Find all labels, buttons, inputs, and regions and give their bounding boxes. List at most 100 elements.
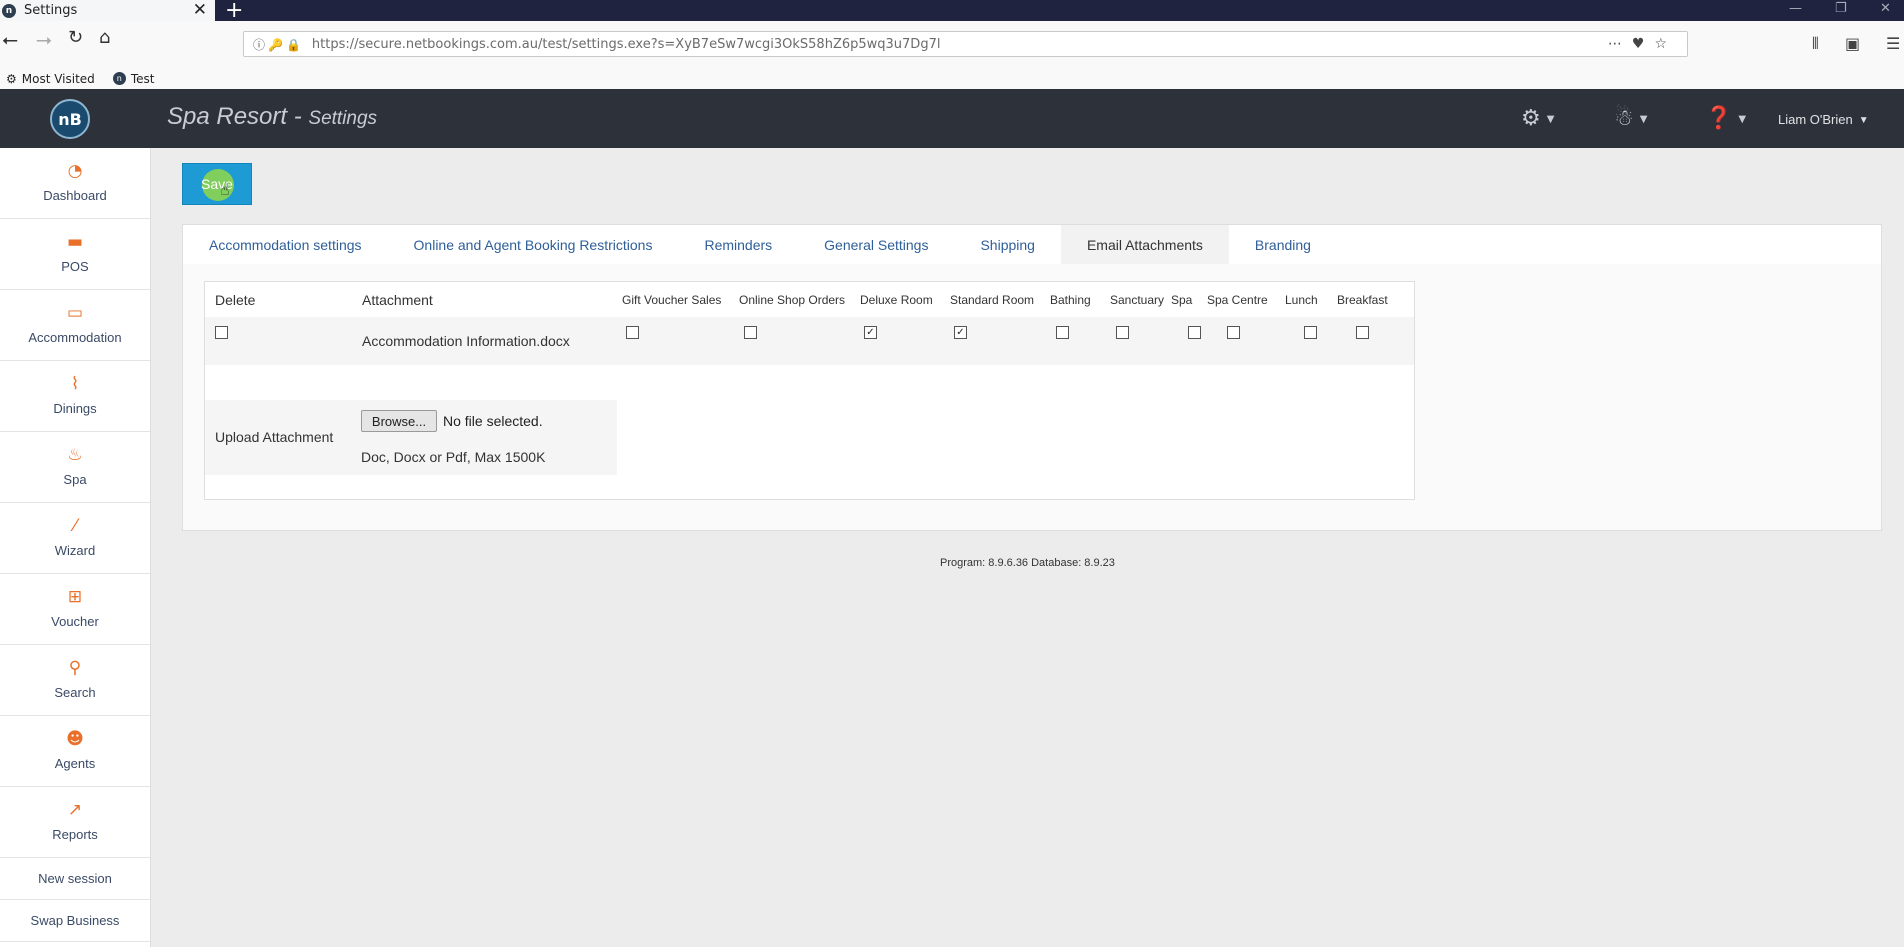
user-menu[interactable]: Liam O'Brien ▼: [1778, 112, 1869, 127]
tab-email-attachments[interactable]: Email Attachments: [1060, 225, 1229, 264]
sidebar-item-dashboard[interactable]: ◔ Dashboard: [0, 148, 150, 219]
product-cell: [1356, 317, 1369, 365]
product-checkbox[interactable]: ✓: [864, 326, 877, 339]
product-checkbox[interactable]: [1356, 326, 1369, 339]
url-text[interactable]: https://secure.netbookings.com.au/test/s…: [312, 37, 1608, 52]
product-cell: [1188, 317, 1201, 365]
page-title: Spa Resort - Settings: [167, 103, 377, 131]
column-product: Spa Centre: [1207, 292, 1268, 307]
product-cell: ✓: [864, 317, 877, 365]
sidebar-item-pos[interactable]: ▬ POS: [0, 219, 150, 290]
product-checkbox[interactable]: [1188, 326, 1201, 339]
bookmarks-bar: ⚙ Most Visited n Test: [0, 68, 1904, 89]
tab-booking-restrictions[interactable]: Online and Agent Booking Restrictions: [388, 225, 679, 264]
bookmark-most-visited[interactable]: ⚙ Most Visited: [6, 72, 95, 86]
ninja-icon[interactable]: ☃ ▼: [1614, 106, 1647, 131]
file-status: No file selected.: [443, 413, 543, 429]
site-info-icon[interactable]: ⓘ🔑🔒: [253, 36, 304, 53]
column-product: Bathing: [1050, 292, 1091, 307]
gift-icon: ⊞: [67, 587, 83, 607]
tab-general-settings[interactable]: General Settings: [798, 225, 954, 264]
sidebar-item-label: Dashboard: [43, 188, 107, 203]
sidebar: ◔ Dashboard ▬ POS ▭ Accommodation ⌇ Dini…: [0, 148, 151, 947]
column-delete: Delete: [215, 291, 256, 308]
tab-branding[interactable]: Branding: [1229, 225, 1337, 264]
logo[interactable]: nB: [50, 99, 90, 139]
dining-icon: ⌇: [70, 374, 80, 394]
bookmark-test[interactable]: n Test: [112, 71, 155, 86]
page-actions-icon[interactable]: ⋯♥☆: [1608, 36, 1677, 52]
close-tab-icon[interactable]: ✕: [193, 2, 207, 19]
menu-icon[interactable]: ☰: [1886, 34, 1900, 53]
product-checkbox[interactable]: ✓: [954, 326, 967, 339]
sidebar-item-wizard[interactable]: ⁄ Wizard: [0, 503, 150, 574]
delete-checkbox[interactable]: [215, 326, 228, 339]
tab-shipping[interactable]: Shipping: [954, 225, 1061, 264]
browser-tab[interactable]: n Settings ✕: [0, 0, 215, 21]
sidebar-toggle-icon[interactable]: ▣: [1845, 34, 1860, 53]
sidebar-item-voucher[interactable]: ⊞ Voucher: [0, 574, 150, 645]
table-header: Delete Attachment Gift Voucher Sales Onl…: [205, 282, 1414, 317]
new-session-link[interactable]: New session: [0, 858, 150, 900]
favicon-icon: n: [2, 3, 16, 18]
product-checkbox[interactable]: [744, 326, 757, 339]
library-icon[interactable]: ⫴: [1812, 34, 1819, 54]
product-checkbox[interactable]: [1227, 326, 1240, 339]
save-button[interactable]: Save: [182, 163, 252, 205]
column-attachment: Attachment: [362, 291, 433, 308]
gear-small-icon: ⚙: [6, 71, 17, 86]
pos-icon: ▬: [66, 232, 84, 252]
back-icon[interactable]: ⭠: [2, 29, 18, 49]
product-cell: ✓: [954, 317, 967, 365]
swap-business-link[interactable]: Swap Business: [0, 900, 150, 942]
favicon-icon: n: [112, 72, 126, 85]
chevron-down-icon: ▼: [1738, 113, 1747, 125]
sidebar-item-reports[interactable]: ↗ Reports: [0, 787, 150, 858]
sidebar-item-accommodation[interactable]: ▭ Accommodation: [0, 290, 150, 361]
minimize-icon[interactable]: —: [1789, 1, 1802, 16]
home-icon[interactable]: ⌂: [99, 29, 110, 47]
tab-accommodation-settings[interactable]: Accommodation settings: [183, 225, 388, 264]
reload-icon[interactable]: ↻: [68, 29, 83, 47]
forward-icon[interactable]: ⭢: [36, 29, 52, 49]
chart-icon: ↗: [67, 800, 83, 820]
delete-cell: [215, 317, 228, 365]
window-close-icon[interactable]: ✕: [1880, 1, 1891, 16]
column-product: Sanctuary: [1110, 292, 1165, 307]
dashboard-icon: ◔: [67, 161, 83, 181]
restore-icon[interactable]: ❐: [1835, 1, 1847, 16]
sidebar-item-label: Reports: [52, 827, 98, 842]
sidebar-item-dinings[interactable]: ⌇ Dinings: [0, 361, 150, 432]
sidebar-item-spa[interactable]: ♨ Spa: [0, 432, 150, 503]
version-info: Program: 8.9.6.36 Database: 8.9.23: [940, 557, 1115, 569]
column-product: Gift Voucher Sales: [622, 292, 722, 307]
product-checkbox[interactable]: [1116, 326, 1129, 339]
product-cell: [1227, 317, 1240, 365]
product-checkbox[interactable]: [1056, 326, 1069, 339]
column-product: Lunch: [1285, 292, 1318, 307]
sidebar-item-agents[interactable]: ☻ Agents: [0, 716, 150, 787]
product-checkbox[interactable]: [626, 326, 639, 339]
new-tab-button[interactable]: +: [225, 0, 243, 23]
gear-icon[interactable]: ⚙ ▼: [1521, 106, 1554, 131]
attachments-table: Delete Attachment Gift Voucher Sales Onl…: [204, 281, 1415, 500]
product-cell: [626, 317, 639, 365]
product-cell: [1116, 317, 1129, 365]
product-checkbox[interactable]: [1304, 326, 1317, 339]
help-icon[interactable]: ❓ ▼: [1705, 106, 1746, 131]
browse-button[interactable]: Browse...: [361, 410, 437, 432]
url-bar[interactable]: ⓘ🔑🔒 https://secure.netbookings.com.au/te…: [243, 31, 1688, 57]
settings-tabs: Accommodation settings Online and Agent …: [183, 225, 1881, 264]
spa-icon: ♨: [67, 445, 83, 465]
business-name: Spa Resort -: [167, 103, 309, 130]
agent-icon: ☻: [66, 729, 84, 749]
file-hint: Doc, Docx or Pdf, Max 1500K: [361, 449, 546, 465]
product-cell: [744, 317, 757, 365]
product-cell: [1304, 317, 1317, 365]
column-product: Spa: [1171, 292, 1193, 307]
sidebar-item-label: Spa: [63, 472, 87, 487]
sidebar-item-search[interactable]: ⚲ Search: [0, 645, 150, 716]
search-icon: ⚲: [68, 658, 82, 678]
tab-reminders[interactable]: Reminders: [678, 225, 798, 264]
bookmark-label: Test: [130, 71, 155, 86]
